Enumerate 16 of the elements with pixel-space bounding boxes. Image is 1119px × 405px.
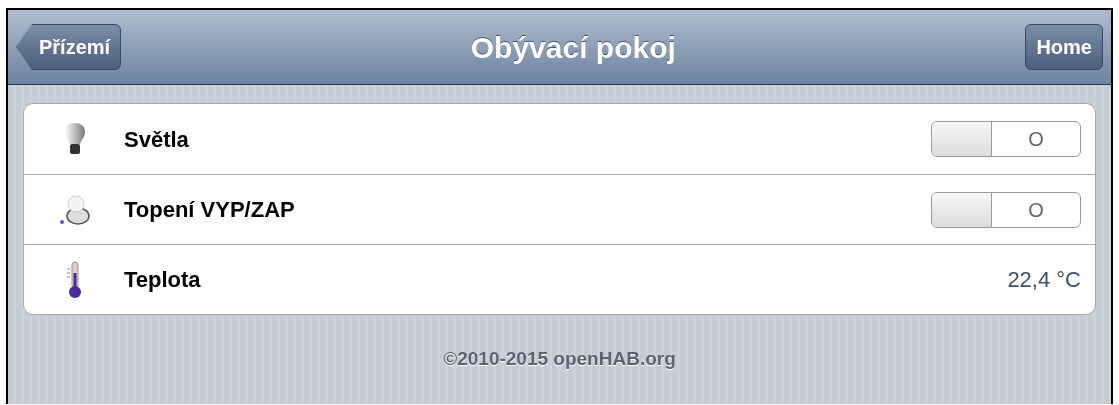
- toggle-switch[interactable]: O: [931, 191, 1081, 228]
- item-label: Topení VYP/ZAP: [124, 196, 296, 224]
- item-label: Světla: [124, 125, 190, 154]
- back-button[interactable]: Přízemí: [16, 24, 122, 70]
- item-label: Teplota: [124, 266, 202, 294]
- page-title: Obývací pokoj: [470, 29, 676, 66]
- switch-knob: [932, 192, 992, 227]
- toggle-switch[interactable]: O: [931, 121, 1081, 157]
- switch-state-label: O: [1027, 127, 1045, 152]
- footer-copyright: ©2010-2015 openHAB.org: [443, 347, 676, 372]
- thermometer-icon: [66, 260, 84, 299]
- item-value: 22,4 °C: [1007, 266, 1081, 294]
- switch-knob: [932, 122, 992, 156]
- light-bulb-icon: [64, 122, 86, 156]
- home-button[interactable]: Home: [1025, 24, 1103, 70]
- switch-state-label: O: [1027, 197, 1045, 223]
